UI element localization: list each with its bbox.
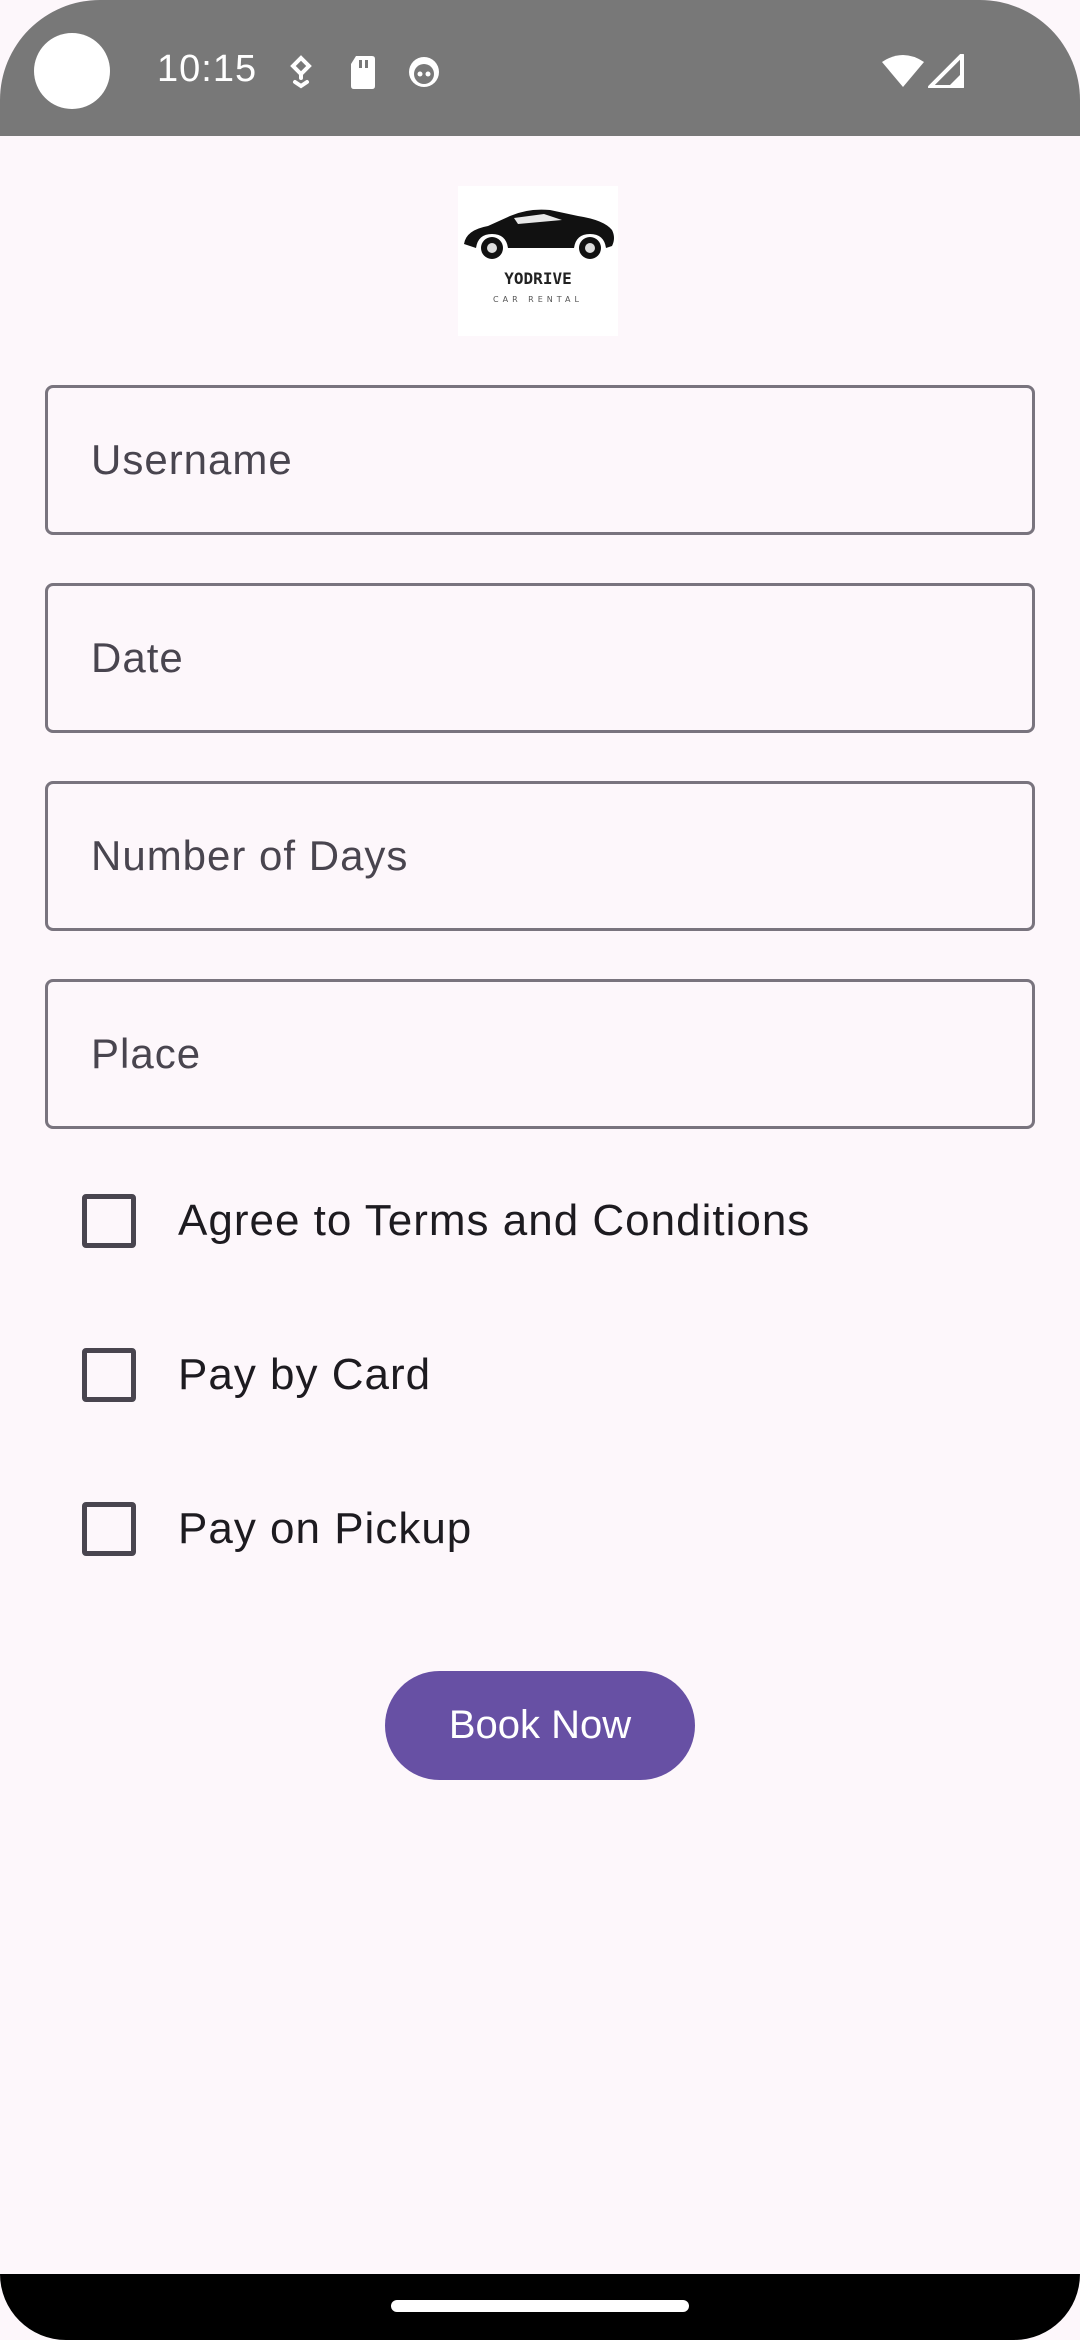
terms-label[interactable]: Agree to Terms and Conditions: [178, 1196, 810, 1246]
number-of-days-placeholder: Number of Days: [91, 832, 409, 879]
cell-signal-icon: [928, 54, 964, 88]
date-placeholder: Date: [91, 634, 184, 681]
status-bar: 10:15: [0, 0, 1080, 136]
pay-on-pickup-checkbox[interactable]: [82, 1502, 136, 1556]
pay-on-pickup-label[interactable]: Pay on Pickup: [178, 1504, 472, 1554]
pay-by-card-label[interactable]: Pay by Card: [178, 1350, 431, 1400]
book-now-button[interactable]: Book Now: [385, 1671, 695, 1780]
status-time: 10:15: [157, 48, 258, 90]
date-field[interactable]: Date: [45, 583, 1035, 733]
android-icon: [409, 57, 439, 87]
screen: 10:15 YODRIVE CAR RENTAL Username Date N…: [0, 0, 1080, 2340]
username-placeholder: Username: [91, 436, 293, 483]
camera-cutout: [34, 33, 110, 109]
logo-brand: YODRIVE: [504, 269, 571, 288]
username-field[interactable]: Username: [45, 385, 1035, 535]
pay-by-card-checkbox-row[interactable]: Pay by Card: [82, 1345, 431, 1405]
number-of-days-field[interactable]: Number of Days: [45, 781, 1035, 931]
notification-icon: [290, 55, 312, 89]
pay-on-pickup-checkbox-row[interactable]: Pay on Pickup: [82, 1499, 472, 1559]
terms-checkbox-row[interactable]: Agree to Terms and Conditions: [82, 1191, 810, 1251]
place-placeholder: Place: [91, 1030, 202, 1077]
place-field[interactable]: Place: [45, 979, 1035, 1129]
terms-checkbox[interactable]: [82, 1194, 136, 1248]
home-gesture-handle[interactable]: [391, 2300, 689, 2312]
logo-tagline: CAR RENTAL: [493, 295, 583, 304]
pay-by-card-checkbox[interactable]: [82, 1348, 136, 1402]
yodrive-logo: YODRIVE CAR RENTAL: [458, 186, 618, 336]
wifi-icon: [882, 55, 924, 87]
sd-card-icon: [351, 56, 375, 89]
